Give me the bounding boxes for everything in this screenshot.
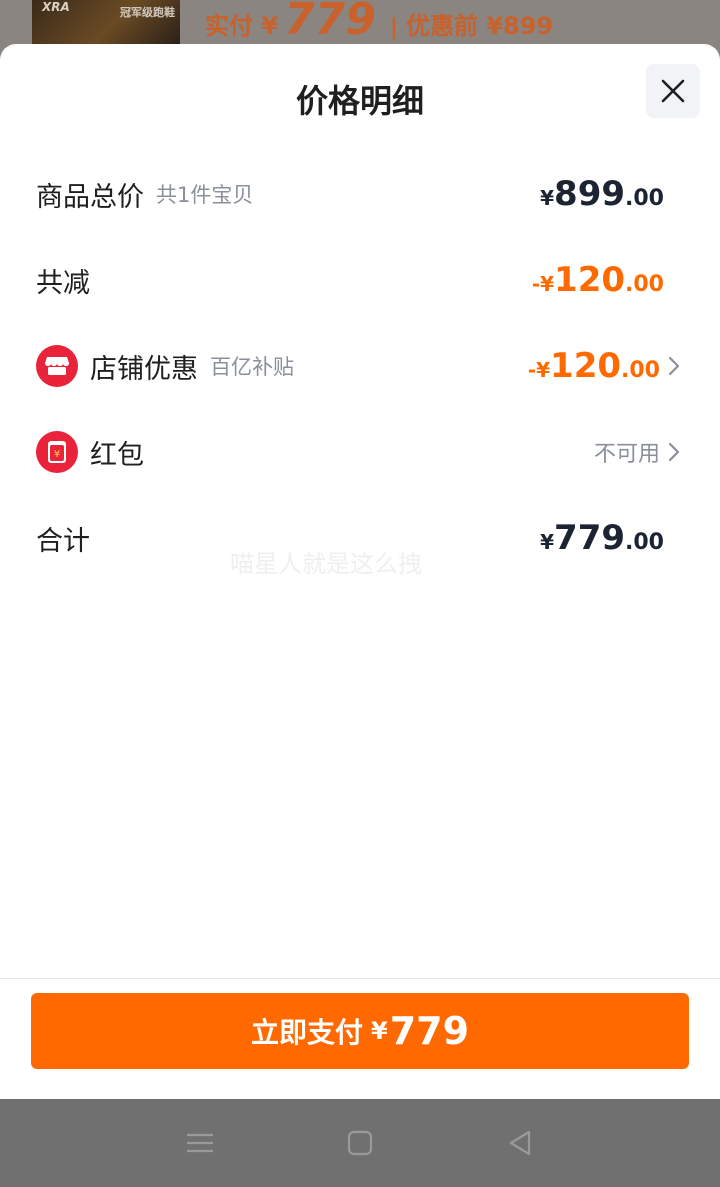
amount-integer: 779 bbox=[554, 518, 626, 558]
total-discount-label: 共减 bbox=[36, 267, 90, 299]
goods-total-amount: ¥899.00 bbox=[540, 174, 664, 214]
currency-symbol: -¥ bbox=[527, 358, 551, 382]
back-icon bbox=[509, 1130, 531, 1156]
sum-label: 合计 bbox=[36, 525, 90, 557]
currency-symbol: -¥ bbox=[531, 272, 555, 296]
thumbnail-caption: 冠军级跑鞋 bbox=[120, 6, 175, 19]
store-discount-row[interactable]: 店铺优惠 百亿补贴 -¥120.00 bbox=[36, 336, 684, 396]
goods-total-label: 商品总价 bbox=[36, 181, 144, 213]
amount-integer: 120 bbox=[550, 346, 622, 386]
product-thumbnail: XRA 冠军级跑鞋 bbox=[32, 0, 180, 44]
price-detail-sheet: 价格明细 商品总价 共1件宝贝 ¥899.00 共减 -¥120.00 店铺优惠… bbox=[0, 44, 720, 1099]
goods-count: 共1件宝贝 bbox=[156, 183, 254, 207]
total-discount-row: 共减 -¥120.00 bbox=[36, 250, 684, 310]
chevron-right-icon bbox=[668, 356, 684, 376]
sum-amount: ¥779.00 bbox=[540, 518, 664, 558]
goods-total-row: 商品总价 共1件宝贝 ¥899.00 bbox=[36, 164, 684, 224]
store-discount-amount: -¥120.00 bbox=[528, 346, 660, 386]
store-discount-label: 店铺优惠 bbox=[90, 353, 198, 385]
footer-divider bbox=[0, 978, 720, 979]
background-price: 实付 ¥779 | 优惠前 ¥899 bbox=[205, 0, 553, 45]
pay-now-label: 立即支付 bbox=[250, 1016, 363, 1049]
amount-integer: 899 bbox=[554, 174, 626, 214]
watermark: 喵星人就是这么拽 bbox=[230, 550, 422, 578]
system-nav-bar bbox=[0, 1099, 720, 1187]
amount-decimal: .00 bbox=[625, 272, 664, 297]
thumbnail-brand: XRA bbox=[42, 0, 70, 14]
amount-decimal: .00 bbox=[625, 530, 664, 555]
total-discount-amount: -¥120.00 bbox=[532, 260, 664, 300]
paid-price-prefix: 实付 ¥ bbox=[205, 12, 279, 40]
amount-decimal: .00 bbox=[625, 186, 664, 211]
red-packet-icon: ¥ bbox=[36, 431, 78, 473]
red-packet-status: 不可用 bbox=[593, 442, 660, 467]
home-button[interactable] bbox=[338, 1121, 382, 1165]
original-price: 优惠前 ¥899 bbox=[405, 12, 554, 40]
sheet-title: 价格明细 bbox=[295, 82, 424, 120]
amount-decimal: .00 bbox=[621, 358, 660, 383]
back-button[interactable] bbox=[498, 1121, 542, 1165]
store-discount-tag: 百亿补贴 bbox=[210, 355, 294, 379]
red-packet-row[interactable]: ¥ 红包 不可用 bbox=[36, 422, 684, 482]
amount-integer: 120 bbox=[554, 260, 626, 300]
red-packet-label: 红包 bbox=[90, 439, 144, 471]
store-icon bbox=[36, 345, 78, 387]
close-button[interactable] bbox=[646, 64, 700, 118]
pay-amount: 779 bbox=[389, 1009, 470, 1053]
svg-text:¥: ¥ bbox=[54, 449, 60, 460]
price-separator: | bbox=[389, 15, 398, 40]
menu-button[interactable] bbox=[178, 1121, 222, 1165]
pay-currency: ¥ bbox=[370, 1017, 388, 1045]
home-icon bbox=[347, 1130, 373, 1156]
close-icon bbox=[661, 79, 685, 103]
pay-now-button[interactable]: 立即支付 ¥ 779 bbox=[31, 993, 689, 1069]
paid-price-value: 779 bbox=[284, 0, 376, 45]
chevron-right-icon bbox=[668, 442, 684, 462]
currency-symbol: ¥ bbox=[540, 186, 555, 210]
currency-symbol: ¥ bbox=[540, 530, 555, 554]
menu-icon bbox=[186, 1133, 214, 1153]
